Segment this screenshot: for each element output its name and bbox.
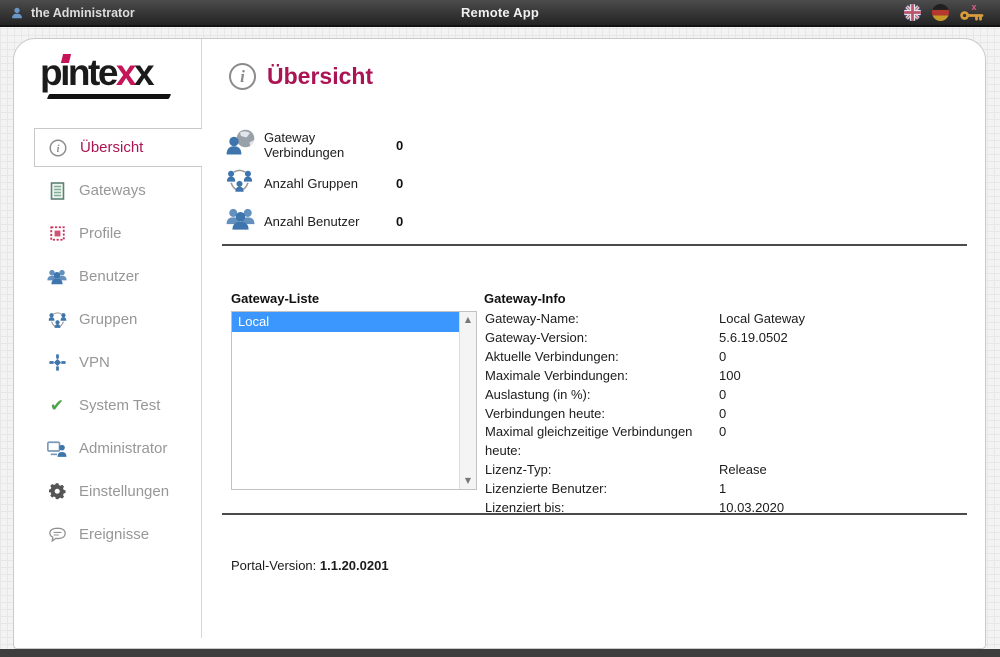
info-value: 5.6.19.0502 (719, 329, 805, 348)
list-item-local[interactable]: Local (232, 312, 459, 332)
stat-label: Anzahl Gruppen (264, 176, 396, 191)
info-label: Auslastung (in %): (485, 386, 719, 405)
scroll-up-arrow[interactable]: ▲ (460, 312, 476, 328)
sidebar-item-einstellungen[interactable]: Einstellungen (34, 470, 201, 513)
pintexx-logo: pıntexx (14, 39, 201, 99)
group-network-icon (226, 168, 264, 198)
info-label: Maximal gleichzeitige Verbindungen heute… (485, 423, 719, 461)
sidebar-menu: i Übersicht Gateways Profile B (34, 128, 201, 556)
divider (222, 244, 967, 246)
sidebar-item-benutzer[interactable]: Benutzer (34, 255, 201, 298)
info-label: Verbindungen heute: (485, 405, 719, 424)
users-icon (47, 268, 67, 285)
info-label: Maximale Verbindungen: (485, 367, 719, 386)
info-value: 0 (719, 348, 805, 367)
content-window: pıntexx i Übersicht Gateways Profile (13, 38, 986, 649)
sidebar-item-label: System Test (79, 397, 160, 414)
gateway-info-title: Gateway-Info (484, 291, 566, 306)
info-value: 1 (719, 480, 805, 499)
speech-bubble-icon (47, 527, 67, 543)
gateway-info-table: Gateway-Name:Local Gateway Gateway-Versi… (485, 310, 805, 518)
sidebar-item-label: Administrator (79, 440, 167, 457)
info-label: Gateway-Version: (485, 329, 719, 348)
info-value: Release (719, 461, 805, 480)
info-label: Gateway-Name: (485, 310, 719, 329)
info-label: Lizenziert bis: (485, 499, 719, 518)
main-content: i Übersicht Gateway Verbindungen 0 Anzah… (202, 39, 985, 648)
sidebar-item-administrator[interactable]: Administrator (34, 427, 201, 470)
stat-user-count: Anzahl Benutzer 0 (226, 202, 403, 240)
sidebar-item-label: Profile (79, 225, 122, 242)
sidebar-item-label: Benutzer (79, 268, 139, 285)
scroll-down-arrow[interactable]: ▼ (460, 473, 476, 489)
gateway-listbox[interactable]: Local ▲ ▼ (231, 311, 477, 490)
stat-value: 0 (396, 176, 403, 191)
sidebar: pıntexx i Übersicht Gateways Profile (14, 39, 202, 638)
server-list-icon (47, 182, 67, 200)
portal-version: Portal-Version: 1.1.20.0201 (231, 558, 389, 573)
info-value: 0 (719, 405, 805, 424)
listbox-scrollbar[interactable]: ▲ ▼ (459, 312, 476, 489)
admin-workstation-icon (47, 440, 67, 457)
flag-germany-icon[interactable] (932, 4, 949, 21)
sidebar-item-label: Gateways (79, 182, 146, 199)
gateway-list-title: Gateway-Liste (231, 291, 319, 306)
page-title: Übersicht (267, 63, 373, 90)
stat-group-count: Anzahl Gruppen 0 (226, 164, 403, 202)
sidebar-item-profile[interactable]: Profile (34, 212, 201, 255)
svg-text:x: x (971, 3, 976, 12)
pixel-square-icon (47, 226, 67, 241)
gear-icon (47, 483, 67, 500)
sidebar-item-system-test[interactable]: ✔ System Test (34, 384, 201, 427)
info-label: Aktuelle Verbindungen: (485, 348, 719, 367)
sidebar-item-gruppen[interactable]: Gruppen (34, 298, 201, 341)
sidebar-item-ereignisse[interactable]: Ereignisse (34, 513, 201, 556)
divider (222, 513, 967, 515)
page-heading: i Übersicht (229, 63, 373, 90)
sidebar-item-label: Übersicht (80, 139, 143, 156)
portal-version-value: 1.1.20.0201 (320, 558, 389, 573)
logout-key-icon[interactable]: x (960, 3, 984, 22)
sidebar-item-label: Gruppen (79, 311, 137, 328)
portal-version-label: Portal-Version: (231, 558, 316, 573)
stats-block: Gateway Verbindungen 0 Anzahl Gruppen 0 … (226, 126, 403, 240)
sidebar-item-label: VPN (79, 354, 110, 371)
app-title: Remote App (0, 5, 1000, 20)
stat-label: Gateway Verbindungen (264, 130, 396, 160)
bottom-bar (0, 649, 1000, 657)
info-label: Lizenz-Typ: (485, 461, 719, 480)
info-icon: i (48, 139, 68, 157)
checkmark-icon: ✔ (47, 396, 67, 416)
info-value: 100 (719, 367, 805, 386)
sidebar-item-vpn[interactable]: VPN (34, 341, 201, 384)
info-label: Lizenzierte Benutzer: (485, 480, 719, 499)
info-value: 0 (719, 423, 805, 461)
top-bar: the Administrator Remote App x (0, 0, 1000, 27)
crosshair-plus-icon (47, 354, 67, 371)
svg-text:i: i (57, 143, 60, 154)
stat-value: 0 (396, 214, 403, 229)
group-network-icon (47, 311, 67, 329)
sidebar-item-uebersicht[interactable]: i Übersicht (34, 128, 202, 167)
logged-in-user: the Administrator (0, 6, 135, 20)
stat-value: 0 (396, 138, 403, 153)
sidebar-item-label: Ereignisse (79, 526, 149, 543)
info-value: 0 (719, 386, 805, 405)
stat-gateway-connections: Gateway Verbindungen 0 (226, 126, 403, 164)
users-icon (226, 206, 264, 236)
flag-uk-icon[interactable] (904, 4, 921, 21)
sidebar-item-gateways[interactable]: Gateways (34, 169, 201, 212)
logo-underline (47, 94, 171, 99)
stat-label: Anzahl Benutzer (264, 214, 396, 229)
user-icon (10, 6, 24, 20)
user-label: the Administrator (31, 6, 135, 20)
sidebar-item-label: Einstellungen (79, 483, 169, 500)
info-value: Local Gateway (719, 310, 805, 329)
info-icon: i (229, 63, 256, 90)
info-value: 10.03.2020 (719, 499, 805, 518)
user-globe-icon (226, 129, 264, 161)
topbar-actions: x (904, 3, 1000, 22)
